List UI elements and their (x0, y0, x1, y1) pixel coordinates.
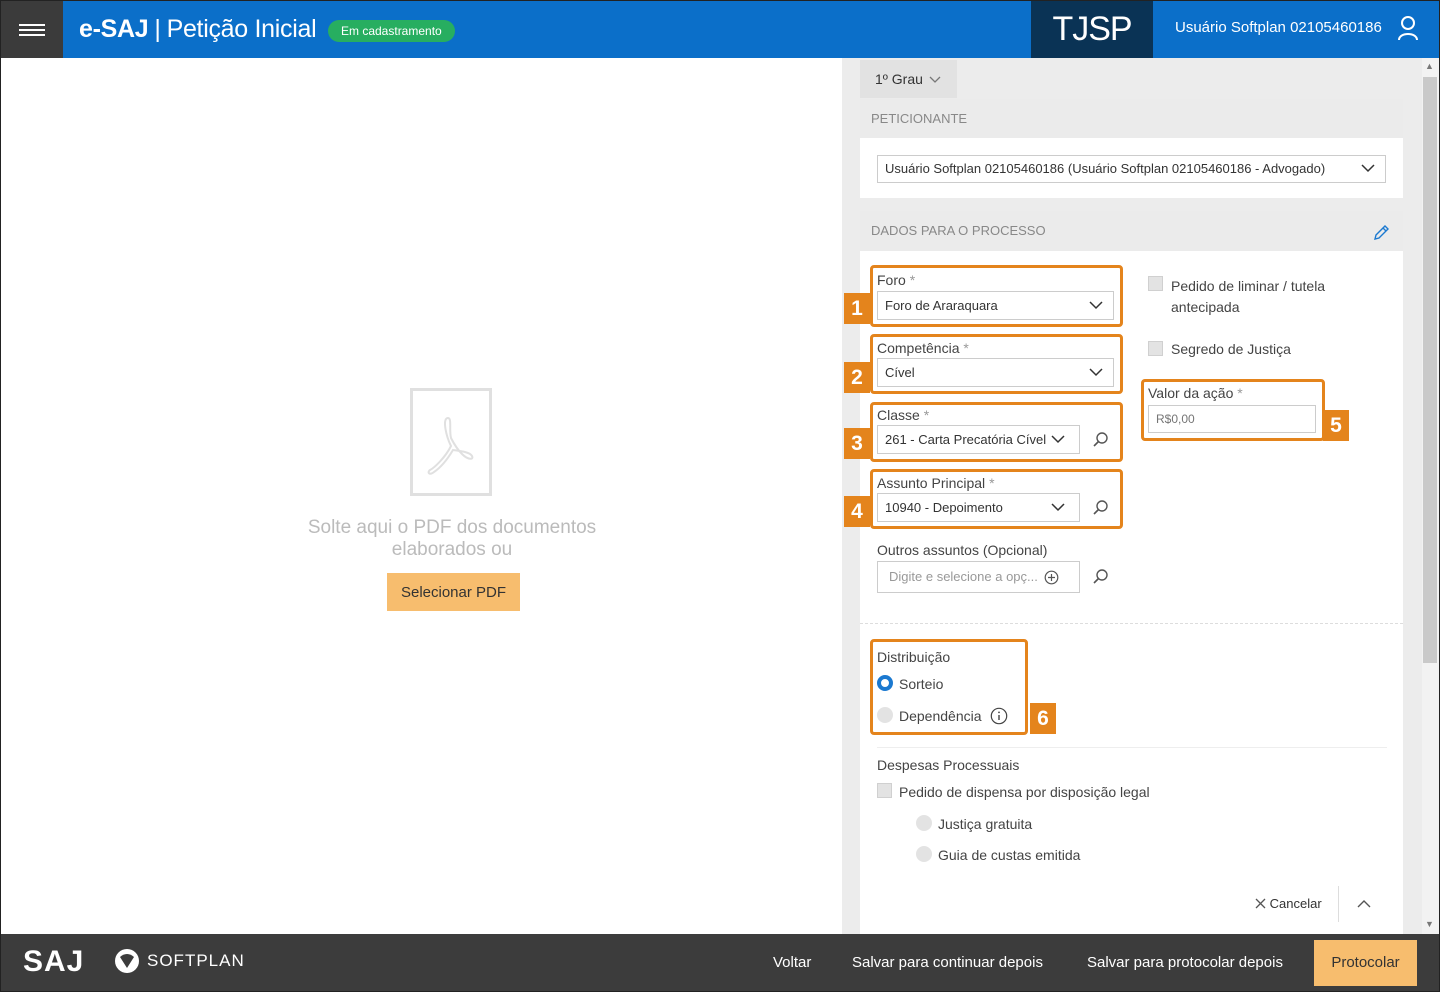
justica-gratuita-label: Justiça gratuita (938, 816, 1033, 832)
pdf-icon (410, 388, 492, 496)
grau-selector[interactable]: 1º Grau (860, 60, 957, 98)
callout-box-valor (1141, 379, 1325, 441)
app-name: e-SAJ (79, 15, 149, 43)
select-pdf-button[interactable]: Selecionar PDF (387, 573, 520, 611)
dispensa-checkbox[interactable] (877, 783, 892, 798)
app-frame: e-SAJ | Petição Inicial Em cadastramento T… (0, 0, 1440, 992)
user-icon[interactable] (1397, 15, 1419, 41)
callout-box-assunto (870, 469, 1123, 529)
softplan-text: SOFTPLAN (147, 951, 245, 970)
chevron-down-icon (929, 76, 941, 84)
callout-box-classe (870, 402, 1123, 462)
callout-number-6: 6 (1030, 703, 1056, 734)
scroll-up-icon[interactable]: ▲ (1425, 61, 1434, 71)
voltar-button[interactable]: Voltar (773, 954, 811, 971)
callout-number-4: 4 (844, 496, 870, 527)
peticionante-value: Usuário Softplan 02105460186 (Usuário So… (885, 161, 1326, 176)
callout-number-1: 1 (844, 293, 870, 324)
chevron-down-icon (1361, 164, 1375, 173)
despesas-label: Despesas Processuais (877, 757, 1020, 773)
scrollbar-thumb[interactable] (1423, 77, 1437, 663)
user-name[interactable]: Usuário Softplan 02105460186 (1175, 19, 1382, 36)
protocolar-button[interactable]: Protocolar (1314, 940, 1417, 986)
saj-logo: SAJ (23, 945, 85, 978)
segredo-checkbox[interactable] (1148, 341, 1163, 356)
callout-box-distribuicao (870, 639, 1028, 735)
segredo-label: Segredo de Justiça (1171, 341, 1291, 357)
softplan-logo-icon (115, 949, 139, 973)
callout-number-2: 2 (844, 362, 870, 393)
outros-placeholder: Digite e selecione a opç... (889, 569, 1038, 584)
salvar-continuar-button[interactable]: Salvar para continuar depois (852, 954, 1043, 971)
callout-number-5: 5 (1323, 410, 1349, 441)
peticionante-header: PETICIONANTE (860, 99, 1403, 138)
page-title: Petição Inicial (166, 15, 317, 43)
grau-label: 1º Grau (875, 71, 923, 87)
app-title: e-SAJ | Petição Inicial (79, 15, 317, 44)
outros-input[interactable]: Digite e selecione a opç... (877, 561, 1080, 593)
callout-box-foro (870, 265, 1123, 327)
close-icon (1255, 898, 1266, 909)
liminar-label: Pedido de liminar / tutela antecipada (1171, 278, 1326, 315)
peticionante-select[interactable]: Usuário Softplan 02105460186 (Usuário So… (877, 155, 1386, 183)
despesas-divider (877, 747, 1387, 748)
softplan-logo: SOFTPLAN (113, 947, 245, 975)
scroll-down-icon[interactable]: ▼ (1425, 919, 1434, 929)
status-badge: Em cadastramento (328, 20, 455, 42)
justica-gratuita-radio[interactable] (916, 815, 932, 831)
outros-search-icon[interactable] (1092, 568, 1110, 586)
title-separator: | (154, 15, 161, 43)
dispensa-label: Pedido de dispensa por disposição legal (899, 784, 1150, 800)
dados-title: DADOS PARA O PROCESSO (871, 223, 1046, 238)
pencil-icon[interactable] (1372, 224, 1390, 242)
chevron-up-icon[interactable] (1357, 899, 1371, 909)
add-icon[interactable] (1044, 570, 1059, 585)
peticionante-title: PETICIONANTE (871, 111, 968, 126)
cancel-button[interactable]: Cancelar (1255, 896, 1322, 911)
callout-number-3: 3 (844, 428, 870, 459)
court-logo: TJSP (1031, 1, 1153, 58)
liminar-checkbox[interactable] (1148, 276, 1163, 291)
menu-icon[interactable] (1, 1, 63, 58)
guia-label: Guia de custas emitida (938, 847, 1081, 863)
salvar-protocolar-button[interactable]: Salvar para protocolar depois (1087, 954, 1283, 971)
outros-label: Outros assuntos (Opcional) (877, 542, 1048, 558)
vertical-divider (1338, 886, 1339, 922)
guia-radio[interactable] (916, 846, 932, 862)
section-divider (860, 623, 1403, 624)
callout-box-competencia (870, 334, 1123, 394)
dados-header: DADOS PARA O PROCESSO (860, 211, 1403, 251)
pdf-drop-text: Solte aqui o PDF dos documentos elaborad… (307, 517, 597, 560)
cancel-label: Cancelar (1269, 896, 1322, 911)
